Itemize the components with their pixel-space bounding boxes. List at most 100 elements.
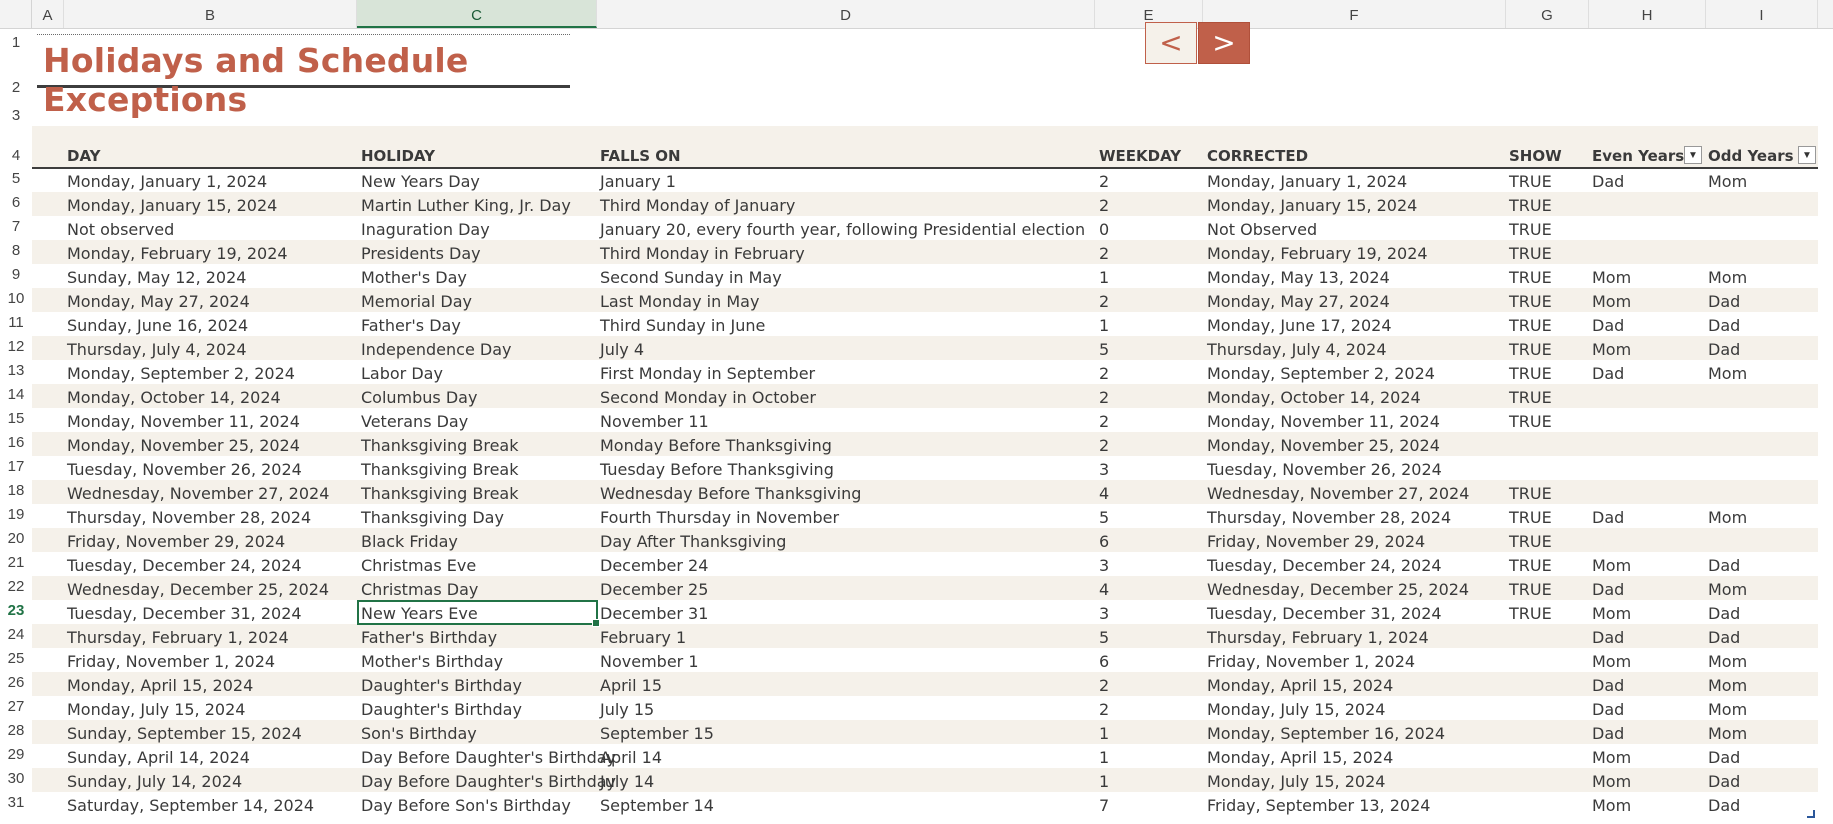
cell-corrected[interactable]: Wednesday, December 25, 2024 bbox=[1207, 580, 1469, 599]
header-odd-years[interactable]: Odd Years bbox=[1708, 147, 1794, 165]
cell-falls-on[interactable]: December 31 bbox=[600, 604, 708, 623]
cell-show[interactable]: TRUE bbox=[1509, 244, 1552, 263]
cell-holiday[interactable]: Christmas Eve bbox=[361, 556, 476, 575]
cell-corrected[interactable]: Monday, May 13, 2024 bbox=[1207, 268, 1390, 287]
row-header-25[interactable]: 25 bbox=[0, 650, 32, 667]
cell-holiday[interactable]: Mother's Day bbox=[361, 268, 467, 287]
cell-holiday[interactable]: Daughter's Birthday bbox=[361, 676, 522, 695]
cell-holiday[interactable]: Memorial Day bbox=[361, 292, 472, 311]
row-header-14[interactable]: 14 bbox=[0, 386, 32, 403]
cell-even-years[interactable]: Mom bbox=[1592, 772, 1631, 791]
cell-weekday[interactable]: 2 bbox=[1099, 244, 1109, 263]
cell-show[interactable]: TRUE bbox=[1509, 340, 1552, 359]
cell-day[interactable]: Sunday, July 14, 2024 bbox=[67, 772, 242, 791]
cell-holiday[interactable]: Thanksgiving Break bbox=[361, 484, 518, 503]
cell-even-years[interactable]: Mom bbox=[1592, 796, 1631, 815]
column-header-b[interactable]: B bbox=[64, 0, 357, 28]
cell-day[interactable]: Thursday, February 1, 2024 bbox=[67, 628, 289, 647]
cell-weekday[interactable]: 7 bbox=[1099, 796, 1109, 815]
cell-falls-on[interactable]: December 24 bbox=[600, 556, 708, 575]
header-day[interactable]: DAY bbox=[67, 147, 101, 165]
cell-weekday[interactable]: 1 bbox=[1099, 268, 1109, 287]
cell-corrected[interactable]: Not Observed bbox=[1207, 220, 1317, 239]
cell-weekday[interactable]: 0 bbox=[1099, 220, 1109, 239]
cell-corrected[interactable]: Thursday, November 28, 2024 bbox=[1207, 508, 1451, 527]
filter-dropdown-icon[interactable]: ▼ bbox=[1684, 146, 1702, 164]
cell-day[interactable]: Monday, January 1, 2024 bbox=[67, 172, 267, 191]
cell-holiday[interactable]: Father's Day bbox=[361, 316, 461, 335]
cell-weekday[interactable]: 2 bbox=[1099, 412, 1109, 431]
cell-day[interactable]: Not observed bbox=[67, 220, 174, 239]
cell-corrected[interactable]: Tuesday, December 31, 2024 bbox=[1207, 604, 1442, 623]
cell-falls-on[interactable]: November 1 bbox=[600, 652, 699, 671]
cell-show[interactable]: TRUE bbox=[1509, 604, 1552, 623]
cell-even-years[interactable]: Dad bbox=[1592, 364, 1624, 383]
cell-show[interactable]: TRUE bbox=[1509, 580, 1552, 599]
cell-corrected[interactable]: Monday, July 15, 2024 bbox=[1207, 700, 1385, 719]
cell-weekday[interactable]: 6 bbox=[1099, 532, 1109, 551]
cell-holiday[interactable]: Presidents Day bbox=[361, 244, 481, 263]
cell-holiday[interactable]: Day Before Daughter's Birthday bbox=[361, 772, 616, 791]
row-header-5[interactable]: 5 bbox=[0, 170, 32, 187]
cell-weekday[interactable]: 5 bbox=[1099, 340, 1109, 359]
cell-holiday[interactable]: Labor Day bbox=[361, 364, 443, 383]
header-holiday[interactable]: HOLIDAY bbox=[361, 147, 435, 165]
select-all-corner[interactable] bbox=[0, 0, 32, 28]
cell-weekday[interactable]: 5 bbox=[1099, 628, 1109, 647]
cell-holiday[interactable]: Mother's Birthday bbox=[361, 652, 503, 671]
column-header-i[interactable]: I bbox=[1706, 0, 1818, 28]
next-button[interactable]: > bbox=[1198, 22, 1250, 64]
cell-day[interactable]: Wednesday, December 25, 2024 bbox=[67, 580, 329, 599]
cell-show[interactable]: TRUE bbox=[1509, 388, 1552, 407]
cell-even-years[interactable]: Mom bbox=[1592, 604, 1631, 623]
cell-holiday[interactable]: Veterans Day bbox=[361, 412, 468, 431]
row-header-3[interactable]: 3 bbox=[0, 107, 32, 124]
cell-corrected[interactable]: Monday, June 17, 2024 bbox=[1207, 316, 1392, 335]
cell-corrected[interactable]: Monday, September 2, 2024 bbox=[1207, 364, 1435, 383]
row-header-2[interactable]: 2 bbox=[0, 79, 32, 96]
cell-show[interactable]: TRUE bbox=[1509, 316, 1552, 335]
cell-odd-years[interactable]: Mom bbox=[1708, 700, 1747, 719]
cell-holiday[interactable]: Day Before Daughter's Birthday bbox=[361, 748, 616, 767]
cell-day[interactable]: Monday, November 11, 2024 bbox=[67, 412, 300, 431]
cell-weekday[interactable]: 2 bbox=[1099, 172, 1109, 191]
cell-day[interactable]: Monday, November 25, 2024 bbox=[67, 436, 300, 455]
row-header-18[interactable]: 18 bbox=[0, 482, 32, 499]
cell-holiday[interactable]: Thanksgiving Break bbox=[361, 436, 518, 455]
cell-corrected[interactable]: Thursday, July 4, 2024 bbox=[1207, 340, 1387, 359]
row-header-11[interactable]: 11 bbox=[0, 314, 32, 331]
active-cell-outline[interactable] bbox=[357, 600, 600, 627]
cell-day[interactable]: Sunday, June 16, 2024 bbox=[67, 316, 248, 335]
column-header-a[interactable]: A bbox=[32, 0, 64, 28]
cell-odd-years[interactable]: Mom bbox=[1708, 172, 1747, 191]
cell-corrected[interactable]: Monday, October 14, 2024 bbox=[1207, 388, 1421, 407]
cell-falls-on[interactable]: January 20, every fourth year, following… bbox=[600, 220, 1085, 239]
cell-weekday[interactable]: 2 bbox=[1099, 676, 1109, 695]
header-show[interactable]: SHOW bbox=[1509, 147, 1562, 165]
cell-corrected[interactable]: Monday, May 27, 2024 bbox=[1207, 292, 1390, 311]
cell-even-years[interactable]: Dad bbox=[1592, 700, 1624, 719]
cell-day[interactable]: Wednesday, November 27, 2024 bbox=[67, 484, 329, 503]
previous-button[interactable]: < bbox=[1145, 22, 1197, 64]
cell-odd-years[interactable]: Mom bbox=[1708, 724, 1747, 743]
cell-weekday[interactable]: 1 bbox=[1099, 316, 1109, 335]
cell-weekday[interactable]: 3 bbox=[1099, 604, 1109, 623]
cell-odd-years[interactable]: Dad bbox=[1708, 796, 1740, 815]
cell-even-years[interactable]: Dad bbox=[1592, 316, 1624, 335]
row-header-20[interactable]: 20 bbox=[0, 530, 32, 547]
cell-holiday[interactable]: Father's Birthday bbox=[361, 628, 497, 647]
cell-falls-on[interactable]: December 25 bbox=[600, 580, 708, 599]
cell-even-years[interactable]: Mom bbox=[1592, 292, 1631, 311]
cell-holiday[interactable]: Independence Day bbox=[361, 340, 511, 359]
row-header-31[interactable]: 31 bbox=[0, 794, 32, 811]
cell-show[interactable]: TRUE bbox=[1509, 556, 1552, 575]
row-header-27[interactable]: 27 bbox=[0, 698, 32, 715]
row-header-6[interactable]: 6 bbox=[0, 194, 32, 211]
cell-corrected[interactable]: Friday, September 13, 2024 bbox=[1207, 796, 1430, 815]
cell-falls-on[interactable]: November 11 bbox=[600, 412, 709, 431]
row-header-29[interactable]: 29 bbox=[0, 746, 32, 763]
cell-falls-on[interactable]: Third Monday of January bbox=[600, 196, 795, 215]
column-header-c[interactable]: C bbox=[357, 0, 597, 28]
cell-day[interactable]: Monday, January 15, 2024 bbox=[67, 196, 277, 215]
column-header-h[interactable]: H bbox=[1589, 0, 1706, 28]
